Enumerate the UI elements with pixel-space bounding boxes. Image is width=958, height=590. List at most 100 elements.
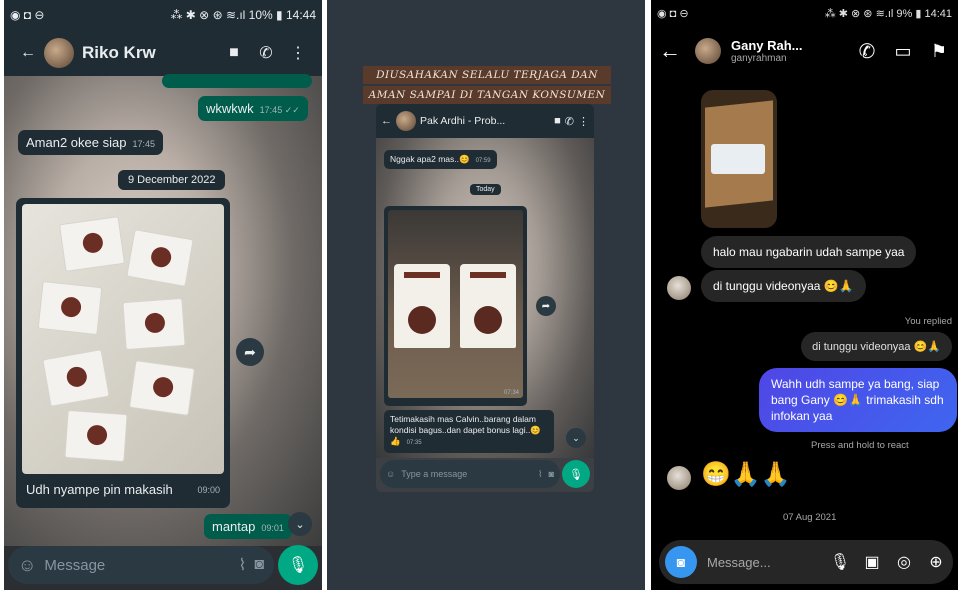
whatsapp-chat-riko: ◉ ◘ ⊖ ⁂ ✱ ⊗ ⊛ ≋.ıl 10% ▮ 14:44 ← Riko Kr…: [4, 0, 322, 590]
status-left: ◉ ◘ ⊖: [657, 7, 689, 20]
more-options-icon[interactable]: ⋮: [282, 43, 314, 63]
message-bubble-out: Wahh udh sampe ya bang, siap bang Gany 😊…: [759, 368, 957, 432]
photo-caption-row: Udh nyampe pin makasih 09:00: [22, 474, 224, 497]
message-time: 09:00: [197, 484, 220, 495]
message-time: 07:59: [475, 158, 491, 164]
status-bar: ◉ ◘ ⊖ ⁂ ✱ ⊗ ⊛ ≋.ıl 10% ▮ 14:44: [4, 0, 322, 30]
press-hold-hint: Press and hold to react: [811, 440, 909, 451]
dm-header: ← Gany Rah... ganyrahman ✆ ▭ ⚑: [651, 26, 958, 76]
attach-icon[interactable]: ⌇: [538, 469, 542, 480]
pouch-image: [126, 229, 194, 287]
video-call-icon[interactable]: ■: [218, 44, 250, 62]
pouch-image: [42, 349, 110, 407]
avatar[interactable]: [396, 111, 416, 131]
banner-line-1: DIUSAHAKAN SELALU TERJAGA DAN: [363, 66, 611, 84]
message-bubble-out: mantap 09:01: [204, 514, 292, 539]
flag-icon[interactable]: ⚑: [928, 41, 950, 62]
mic-button-icon[interactable]: 🎙: [278, 545, 318, 585]
avatar[interactable]: [695, 38, 721, 64]
banner-line-2: AMAN SAMPAI DI TANGAN KONSUMEN: [363, 86, 611, 104]
camera-icon[interactable]: ◙: [254, 556, 264, 574]
contact-info[interactable]: Gany Rah... ganyrahman: [731, 38, 856, 64]
pouch-image: [64, 409, 128, 463]
message-time: 09:01: [261, 523, 284, 533]
message-bubble-partial: [162, 74, 312, 88]
pouch-image: [128, 360, 196, 416]
promo-testimonial: DIUSAHAKAN SELALU TERJAGA DAN AMAN SAMPA…: [327, 0, 645, 590]
message-input[interactable]: Message: [44, 557, 230, 574]
message-time: 17:45: [132, 139, 155, 149]
message-bubble-out: wkwkwk 17:45 ✓✓: [198, 96, 308, 121]
forward-icon[interactable]: ➦: [236, 338, 264, 366]
status-left: ◉ ◘ ⊖: [10, 8, 45, 22]
add-icon[interactable]: ⊕: [925, 552, 947, 572]
message-input-bar[interactable]: ☺ Type a message ⌇ ◙: [380, 460, 560, 488]
message-input[interactable]: Type a message: [401, 469, 532, 479]
forward-icon[interactable]: ➦: [536, 296, 556, 316]
message-bubble-in: di tunggu videonyaa 😊🙏: [701, 270, 866, 302]
mic-icon[interactable]: 🎙: [829, 552, 851, 572]
contact-name[interactable]: Pak Ardhi - Prob...: [420, 115, 550, 127]
message-input-bar[interactable]: ☺ Message ⌇ ◙: [8, 546, 274, 584]
contact-username: ganyrahman: [731, 53, 787, 64]
photo-product-bags[interactable]: 07:34: [388, 210, 523, 398]
photo-package-box[interactable]: [701, 90, 777, 228]
phone-call-icon[interactable]: ✆: [856, 39, 878, 64]
back-arrow-icon[interactable]: ←: [381, 115, 392, 127]
bag-image: [394, 264, 450, 348]
message-bubble-in: Aman2 okee siap 17:45: [18, 130, 163, 155]
photo-caption: Udh nyampe pin makasih: [26, 482, 173, 497]
instagram-dm-gany: ◉ ◘ ⊖ ⁂ ✱ ⊗ ⊛ ≋.ıl 9% ▮ 14:41 ← Gany Rah…: [651, 0, 958, 590]
phone-call-icon[interactable]: ✆: [250, 43, 282, 63]
sticker-icon[interactable]: ◎: [893, 552, 915, 572]
emoji-message: 😁🙏🙏: [701, 461, 791, 488]
message-time: 07:35: [406, 440, 422, 446]
quoted-message: di tunggu videonyaa 😊🙏: [801, 332, 952, 361]
attach-icon[interactable]: ⌇: [239, 555, 247, 575]
photo-coffee-pouches[interactable]: [22, 204, 224, 474]
gallery-icon[interactable]: ▣: [861, 552, 883, 572]
video-call-icon[interactable]: ■: [554, 115, 561, 127]
photo-message[interactable]: Udh nyampe pin makasih 09:00: [16, 198, 230, 508]
status-right: ⁂ ✱ ⊗ ⊛ ≋.ıl 9% ▮ 14:41: [824, 7, 952, 20]
pouch-image: [37, 280, 103, 336]
message-text: Aman2 okee siap: [26, 135, 127, 150]
chat-header: ← Pak Ardhi - Prob... ■ ✆ ⋮: [376, 104, 594, 138]
scroll-down-icon[interactable]: ⌄: [566, 428, 586, 448]
more-options-icon[interactable]: ⋮: [578, 115, 589, 128]
bag-image: [460, 264, 516, 348]
status-right: ⁂ ✱ ⊗ ⊛ ≋.ıl 10% ▮ 14:44: [170, 8, 316, 22]
you-replied-label: You replied: [904, 316, 952, 327]
avatar[interactable]: [667, 276, 691, 300]
mic-button-icon[interactable]: 🎙: [562, 460, 590, 488]
message-input[interactable]: Message...: [707, 555, 819, 570]
pouch-image: [122, 297, 186, 351]
message-bubble-in: Nggak apa2 mas..😊 07:59: [384, 150, 497, 169]
message-time: 17:45 ✓✓: [259, 105, 300, 115]
items-image: [711, 144, 765, 174]
video-call-icon[interactable]: ▭: [892, 41, 914, 62]
phone-call-icon[interactable]: ✆: [565, 115, 574, 128]
photo-message[interactable]: 07:34: [384, 206, 527, 406]
camera-icon[interactable]: ◙: [665, 546, 697, 578]
back-arrow-icon[interactable]: ←: [12, 44, 44, 62]
contact-name[interactable]: Riko Krw: [82, 43, 218, 63]
date-label: 07 Aug 2021: [783, 512, 837, 523]
avatar[interactable]: [44, 38, 74, 68]
chat-header: ← Riko Krw ■ ✆ ⋮: [4, 30, 322, 76]
emoji-icon[interactable]: ☺: [18, 555, 36, 576]
camera-icon[interactable]: ◙: [549, 469, 554, 479]
date-chip: Today: [470, 184, 501, 195]
date-chip: 9 December 2022: [118, 170, 226, 190]
message-text: Nggak apa2 mas..😊: [390, 154, 470, 164]
scroll-down-icon[interactable]: ⌄: [288, 512, 312, 536]
message-text: wkwkwk: [206, 101, 254, 116]
back-arrow-icon[interactable]: ←: [659, 38, 695, 64]
message-text: mantap: [212, 519, 256, 534]
emoji-icon[interactable]: ☺: [386, 469, 395, 479]
message-bubble-in: halo mau ngabarin udah sampe yaa: [701, 236, 917, 268]
embedded-chat-screenshot: ← Pak Ardhi - Prob... ■ ✆ ⋮ Nggak apa2 m…: [376, 104, 594, 492]
avatar[interactable]: [667, 466, 691, 490]
message-input-bar[interactable]: ◙ Message... 🎙 ▣ ◎ ⊕: [659, 540, 953, 584]
message-time: 07:34: [503, 390, 519, 396]
